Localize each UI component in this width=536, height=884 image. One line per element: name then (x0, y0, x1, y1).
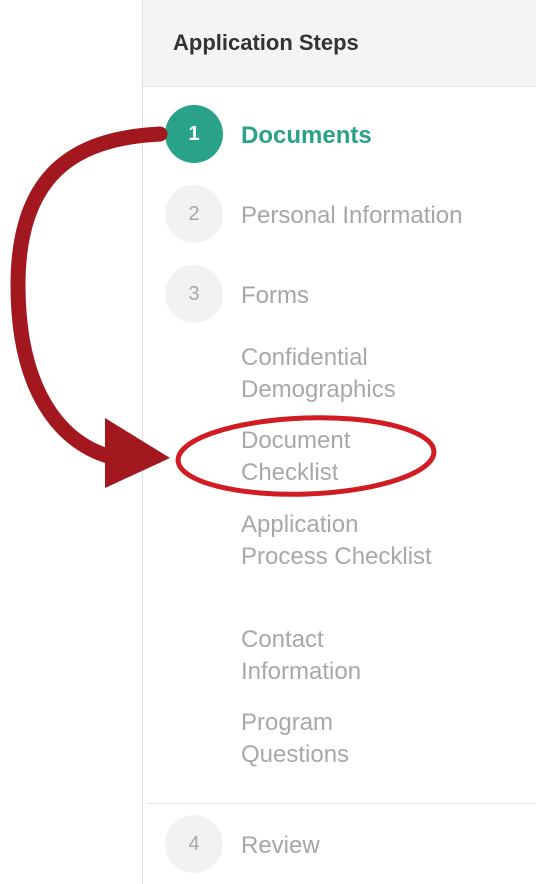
substep-document-checklist[interactable]: Document Checklist (241, 425, 441, 489)
substep-contact-information[interactable]: Contact Information (241, 624, 441, 688)
section-divider (147, 803, 536, 804)
step-number-badge: 4 (165, 815, 223, 873)
step-number-badge: 3 (165, 265, 223, 323)
step-forms[interactable]: 3 Forms (165, 265, 525, 325)
application-steps-panel: Application Steps 1 Documents 2 Personal… (142, 0, 536, 884)
substep-application-process-checklist[interactable]: Application Process Checklist (241, 509, 441, 573)
step-label: Forms (241, 282, 309, 309)
panel-title: Application Steps (173, 30, 359, 55)
panel-header: Application Steps (143, 0, 536, 87)
step-number-badge: 1 (165, 105, 223, 163)
substep-confidential-demographics[interactable]: Confidential Demographics (241, 342, 441, 406)
step-label: Review (241, 832, 320, 859)
step-number-badge: 2 (165, 185, 223, 243)
curved-arrow (10, 126, 168, 466)
step-review[interactable]: 4 Review (165, 815, 525, 875)
step-documents[interactable]: 1 Documents (165, 105, 525, 165)
step-label: Documents (241, 122, 372, 149)
step-label: Personal Information (241, 202, 463, 229)
substep-program-questions[interactable]: Program Questions (241, 707, 441, 771)
step-personal-information[interactable]: 2 Personal Information (165, 185, 525, 245)
